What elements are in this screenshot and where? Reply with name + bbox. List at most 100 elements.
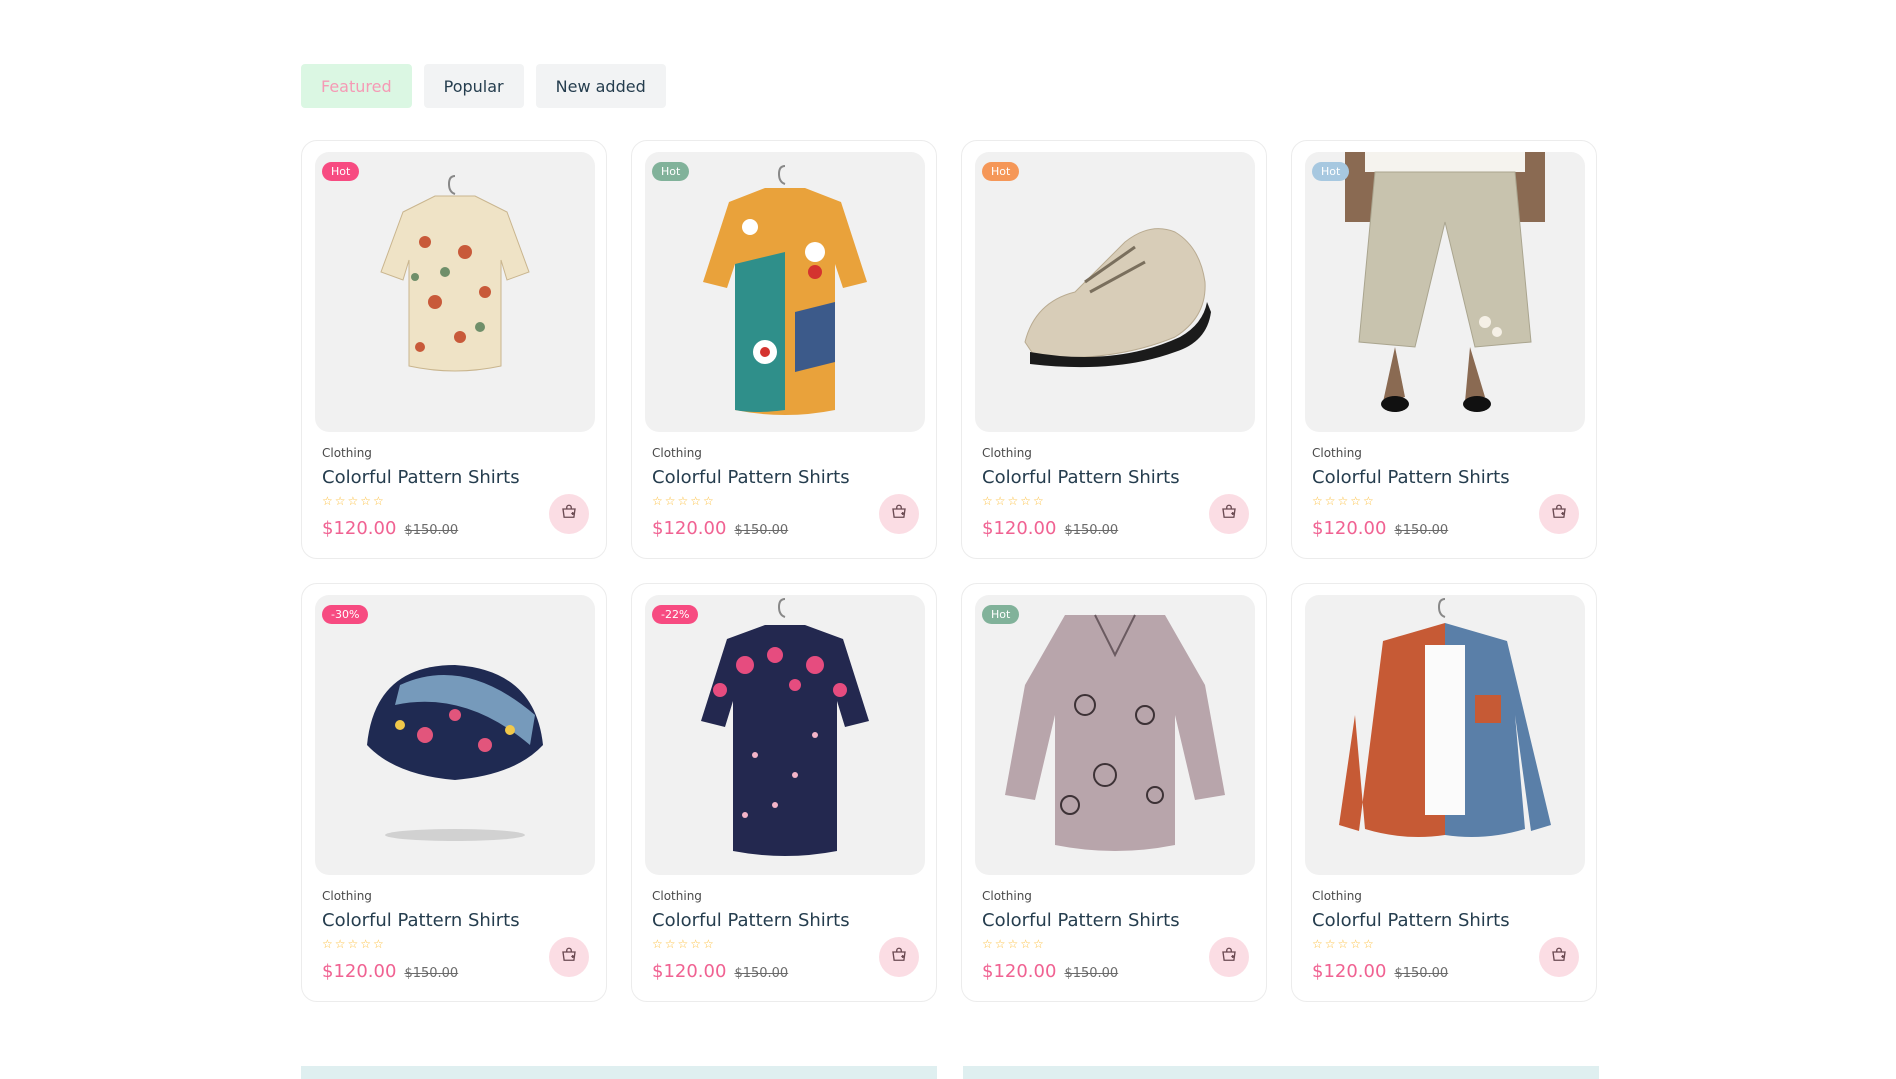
old-price: $150.00 (734, 523, 789, 538)
rating-stars: ☆☆☆☆☆ (982, 937, 1046, 951)
cart-icon (560, 946, 578, 969)
current-price: $120.00 (982, 518, 1057, 539)
product-category[interactable]: Clothing (652, 889, 702, 903)
old-price: $150.00 (734, 966, 789, 981)
tab-new-added[interactable]: New added (535, 64, 666, 108)
product-card[interactable]: -22% Clothing Colorful Pattern Shirts ☆☆… (631, 583, 937, 1002)
add-to-cart-button[interactable] (1539, 494, 1579, 534)
add-to-cart-button[interactable] (879, 494, 919, 534)
rating-stars: ☆☆☆☆☆ (1312, 937, 1376, 951)
product-badge: Hot (322, 162, 360, 181)
price-block: $120.00 $150.00 (1312, 518, 1448, 539)
rating-stars: ☆☆☆☆☆ (322, 494, 386, 508)
promo-banner-right[interactable] (963, 1066, 1599, 1079)
product-title[interactable]: Colorful Pattern Shirts (322, 910, 520, 931)
current-price: $120.00 (322, 518, 397, 539)
product-image[interactable]: Hot (645, 152, 925, 432)
product-title[interactable]: Colorful Pattern Shirts (652, 467, 850, 488)
product-category[interactable]: Clothing (982, 446, 1032, 460)
product-illustration (703, 165, 867, 415)
product-title[interactable]: Colorful Pattern Shirts (1312, 467, 1510, 488)
product-category[interactable]: Clothing (322, 889, 372, 903)
add-to-cart-button[interactable] (549, 937, 589, 977)
old-price: $150.00 (1064, 966, 1119, 981)
product-title[interactable]: Colorful Pattern Shirts (322, 467, 520, 488)
cart-icon (1220, 946, 1238, 969)
product-image[interactable]: -30% (315, 595, 595, 875)
product-card[interactable]: Hot Clothing Colorful Pattern Shirts ☆☆☆… (301, 140, 607, 559)
cart-icon (890, 946, 908, 969)
product-title[interactable]: Colorful Pattern Shirts (1312, 910, 1510, 931)
rating-stars: ☆☆☆☆☆ (982, 494, 1046, 508)
product-badge: Hot (982, 162, 1020, 181)
product-illustration (1024, 228, 1211, 368)
price-block: $120.00 $150.00 (1312, 961, 1448, 982)
add-to-cart-button[interactable] (1539, 937, 1579, 977)
old-price: $150.00 (404, 966, 459, 981)
product-category[interactable]: Clothing (1312, 889, 1362, 903)
product-image[interactable]: Hot (975, 152, 1255, 432)
rating-stars: ☆☆☆☆☆ (322, 937, 386, 951)
product-badge: -30% (322, 605, 369, 624)
product-image[interactable]: Hot (315, 152, 595, 432)
old-price: $150.00 (1394, 966, 1449, 981)
current-price: $120.00 (322, 961, 397, 982)
product-card[interactable]: Hot Clothing Colorful Pattern Shirts ☆☆☆… (961, 583, 1267, 1002)
tab-featured[interactable]: Featured (301, 64, 412, 108)
price-block: $120.00 $150.00 (652, 961, 788, 982)
product-grid: Hot Clothing Colorful Pattern Shirts ☆☆☆… (301, 140, 1599, 1002)
cart-icon (560, 503, 578, 526)
rating-stars: ☆☆☆☆☆ (652, 494, 716, 508)
price-block: $120.00 $150.00 (982, 961, 1118, 982)
current-price: $120.00 (982, 961, 1057, 982)
cart-icon (1550, 503, 1568, 526)
product-illustration (1339, 598, 1551, 837)
current-price: $120.00 (1312, 518, 1387, 539)
product-illustration (380, 175, 530, 372)
product-title[interactable]: Colorful Pattern Shirts (982, 467, 1180, 488)
product-category[interactable]: Clothing (322, 446, 372, 460)
old-price: $150.00 (1394, 523, 1449, 538)
rating-stars: ☆☆☆☆☆ (1312, 494, 1376, 508)
product-badge: Hot (652, 162, 690, 181)
tab-popular[interactable]: Popular (423, 64, 524, 108)
product-card[interactable]: Hot Clothing Colorful Pattern Shirts ☆☆☆… (961, 140, 1267, 559)
price-block: $120.00 $150.00 (652, 518, 788, 539)
product-category[interactable]: Clothing (1312, 446, 1362, 460)
product-badge: -22% (652, 605, 699, 624)
cart-icon (1220, 503, 1238, 526)
current-price: $120.00 (1312, 961, 1387, 982)
cart-icon (890, 503, 908, 526)
product-illustration (367, 665, 543, 841)
product-badge: Hot (982, 605, 1020, 624)
old-price: $150.00 (404, 523, 459, 538)
price-block: $120.00 $150.00 (322, 961, 458, 982)
product-card[interactable]: -30% Clothing Colorful Pattern Shirts ☆☆… (301, 583, 607, 1002)
product-title[interactable]: Colorful Pattern Shirts (652, 910, 850, 931)
product-title[interactable]: Colorful Pattern Shirts (982, 910, 1180, 931)
product-badge: Hot (1312, 162, 1350, 181)
price-block: $120.00 $150.00 (982, 518, 1118, 539)
product-card[interactable]: Hot Clothing Colorful Pattern Shirts ☆☆☆… (1291, 140, 1597, 559)
product-illustration (701, 598, 869, 856)
promo-banner-left[interactable] (301, 1066, 937, 1079)
price-block: $120.00 $150.00 (322, 518, 458, 539)
product-illustration (1345, 152, 1545, 412)
product-tabs: Featured Popular New added (301, 64, 666, 108)
product-image[interactable]: -22% (645, 595, 925, 875)
add-to-cart-button[interactable] (1209, 937, 1249, 977)
product-category[interactable]: Clothing (982, 889, 1032, 903)
product-illustration (1005, 614, 1225, 851)
product-category[interactable]: Clothing (652, 446, 702, 460)
add-to-cart-button[interactable] (1209, 494, 1249, 534)
product-image[interactable]: Hot (1305, 152, 1585, 432)
current-price: $120.00 (652, 961, 727, 982)
current-price: $120.00 (652, 518, 727, 539)
add-to-cart-button[interactable] (879, 937, 919, 977)
product-card[interactable]: Clothing Colorful Pattern Shirts ☆☆☆☆☆ $… (1291, 583, 1597, 1002)
add-to-cart-button[interactable] (549, 494, 589, 534)
product-card[interactable]: Hot Clothing Colorful Pattern Shirts ☆☆☆… (631, 140, 937, 559)
product-image[interactable] (1305, 595, 1585, 875)
rating-stars: ☆☆☆☆☆ (652, 937, 716, 951)
product-image[interactable]: Hot (975, 595, 1255, 875)
